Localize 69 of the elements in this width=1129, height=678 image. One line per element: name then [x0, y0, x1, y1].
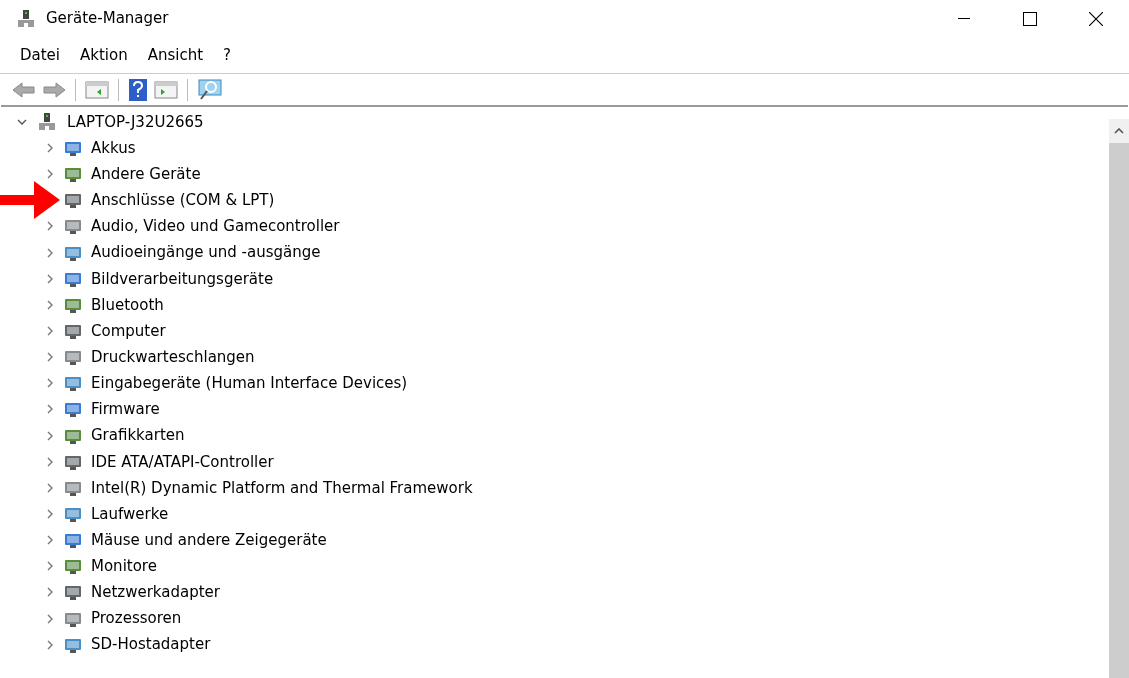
- tree-item[interactable]: Bluetooth: [91, 293, 164, 317]
- chevron-right-icon[interactable]: [45, 378, 55, 389]
- tree-item[interactable]: Andere Geräte: [91, 162, 201, 186]
- tree-item[interactable]: Akkus: [91, 136, 136, 160]
- device-icon: [63, 583, 83, 602]
- tree-item[interactable]: IDE ATA/ATAPI-Controller: [91, 450, 274, 473]
- tree-item[interactable]: LAPTOP-J32U2665: [67, 110, 204, 134]
- device-icon: [63, 505, 83, 524]
- device-icon: [63, 374, 83, 393]
- tree-item[interactable]: Druckwarteschlangen: [91, 345, 255, 369]
- computer-icon: [37, 112, 57, 132]
- minimize-icon: [958, 17, 970, 20]
- back-arrow-icon[interactable]: [11, 79, 37, 100]
- maximize-icon: [1023, 11, 1037, 26]
- tree-item[interactable]: Intel(R) Dynamic Platform and Thermal Framework: [91, 476, 473, 500]
- tree-item[interactable]: SD-Hostadapter: [91, 633, 211, 656]
- device-icon: [63, 531, 83, 550]
- tree-item[interactable]: Prozessoren: [91, 607, 182, 630]
- chevron-right-icon[interactable]: [45, 352, 55, 363]
- tree-item[interactable]: Monitore: [91, 555, 157, 578]
- chevron-right-icon[interactable]: [45, 169, 55, 180]
- tree-item[interactable]: Computer: [91, 319, 166, 343]
- computer-icon: [16, 8, 36, 29]
- monitor-search-icon[interactable]: [196, 77, 224, 102]
- tree-item[interactable]: Audio, Video und Gamecontroller: [91, 215, 340, 238]
- chevron-right-icon[interactable]: [45, 143, 55, 154]
- device-icon: [63, 165, 83, 184]
- device-icon: [63, 557, 83, 576]
- device-icon: [63, 139, 83, 158]
- help-icon[interactable]: [127, 77, 149, 102]
- chevron-right-icon[interactable]: [45, 273, 55, 284]
- tree-item[interactable]: Mäuse und andere Zeigegeräte: [91, 528, 327, 552]
- chevron-right-icon[interactable]: [45, 221, 55, 232]
- chevron-right-icon[interactable]: [45, 456, 55, 467]
- chevron-right-icon[interactable]: [45, 482, 55, 493]
- chevron-right-icon[interactable]: [45, 613, 55, 624]
- tree-item[interactable]: Netzwerkadapter: [91, 581, 220, 604]
- close-icon: [1089, 11, 1103, 26]
- menu-item[interactable]: Ansicht: [138, 43, 213, 67]
- chevron-right-icon[interactable]: [45, 430, 55, 441]
- chevron-right-icon[interactable]: [45, 404, 55, 415]
- chevron-right-icon[interactable]: [45, 639, 55, 650]
- chevron-right-icon[interactable]: [45, 587, 55, 598]
- chevron-right-icon[interactable]: [45, 299, 55, 310]
- menu-item[interactable]: Datei: [11, 43, 70, 67]
- menu-item[interactable]: Aktion: [71, 43, 137, 67]
- tree-item[interactable]: Laufwerke: [91, 502, 169, 526]
- chevron-right-icon[interactable]: [45, 247, 55, 258]
- scrollbar[interactable]: [1109, 119, 1129, 678]
- forward-arrow-icon[interactable]: [41, 79, 67, 100]
- device-icon: [63, 191, 83, 210]
- chevron-down-icon[interactable]: [17, 117, 27, 127]
- tree-item[interactable]: Firmware: [91, 398, 160, 421]
- device-icon: [63, 322, 83, 341]
- tree-item[interactable]: Audioeingänge und -ausgänge: [91, 241, 321, 264]
- device-icon: [63, 400, 83, 419]
- window-title: Geräte-Manager: [46, 8, 169, 30]
- chevron-right-icon[interactable]: [45, 326, 55, 337]
- menu-item[interactable]: ?: [214, 43, 241, 67]
- tree-item[interactable]: Eingabegeräte (Human Interface Devices): [91, 372, 408, 395]
- tree-item[interactable]: Anschlüsse (COM & LPT): [91, 189, 275, 212]
- device-icon: [63, 348, 83, 367]
- chevron-right-icon[interactable]: [45, 561, 55, 572]
- scroll-up-icon[interactable]: [1114, 128, 1124, 134]
- chevron-right-icon[interactable]: [45, 509, 55, 520]
- tree-item[interactable]: Bildverarbeitungsgeräte: [91, 267, 274, 290]
- tree-item[interactable]: Grafikkarten: [91, 424, 185, 447]
- device-icon: [63, 217, 83, 236]
- chevron-right-icon[interactable]: [45, 535, 55, 546]
